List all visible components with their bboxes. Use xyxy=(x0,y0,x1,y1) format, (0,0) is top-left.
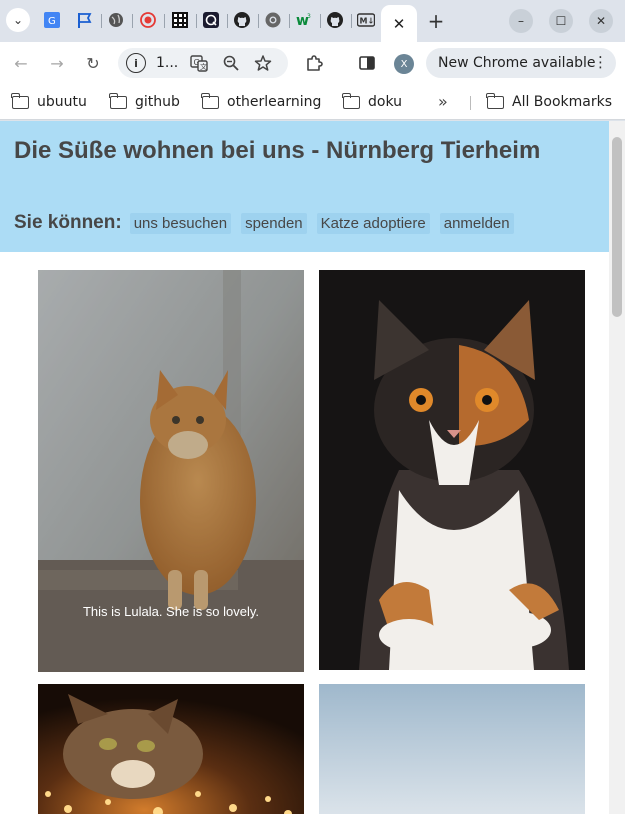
scrollbar-thumb[interactable] xyxy=(612,137,622,317)
back-button[interactable]: ← xyxy=(9,51,33,75)
maximize-icon: ☐ xyxy=(555,14,567,28)
page-title: Die Süße wohnen bei uns - Nürnberg Tierh… xyxy=(14,137,541,164)
close-icon: ✕ xyxy=(595,14,607,28)
tab-divider xyxy=(196,14,197,28)
site-info-icon[interactable]: i xyxy=(126,53,146,73)
cat-photo-3[interactable] xyxy=(38,684,304,814)
svg-text:3: 3 xyxy=(307,13,311,20)
profile-avatar[interactable]: X xyxy=(394,54,414,74)
tab-divider xyxy=(289,14,290,28)
reload-icon: ↻ xyxy=(86,53,100,73)
nav-label: Sie können: xyxy=(14,212,122,233)
tab-divider xyxy=(351,14,352,28)
tab-divider xyxy=(101,14,102,28)
active-tab[interactable]: ✕ xyxy=(381,5,417,42)
side-panel-button[interactable] xyxy=(355,51,379,75)
svg-text:G: G xyxy=(48,16,56,27)
sky-photo-image xyxy=(319,684,585,814)
cat-photo-2[interactable] xyxy=(319,270,585,670)
cat-photo-4[interactable] xyxy=(319,684,585,814)
flag-icon[interactable] xyxy=(76,11,94,29)
tab-search-button[interactable]: ⌄ xyxy=(6,8,30,32)
tab-divider xyxy=(320,14,321,28)
folder-icon xyxy=(201,92,219,109)
bookmark-label: ubuutu xyxy=(37,94,87,110)
address-bar[interactable]: i 1... G文 xyxy=(118,48,288,78)
tab-divider xyxy=(258,14,259,28)
w-icon[interactable]: w3 xyxy=(295,11,313,29)
page-scrollbar[interactable] xyxy=(609,121,625,814)
bookmark-folder-github[interactable]: github xyxy=(109,92,180,112)
forward-button[interactable]: → xyxy=(45,51,69,75)
globe-icon[interactable] xyxy=(107,11,125,29)
new-tab-button[interactable]: + xyxy=(425,9,447,33)
nav-link-visit[interactable]: uns besuchen xyxy=(129,212,232,234)
more-vertical-icon[interactable]: ⋮ xyxy=(593,53,608,71)
tab-strip: ⌄ G w3 M↓ ✕ + – ☐ ✕ xyxy=(0,0,625,42)
arrow-right-icon: → xyxy=(50,53,64,73)
github-icon[interactable] xyxy=(233,11,251,29)
folder-icon xyxy=(342,92,360,109)
close-window-button[interactable]: ✕ xyxy=(589,9,613,33)
folder-icon xyxy=(109,92,127,109)
translate-icon[interactable]: G文 xyxy=(190,54,208,72)
bookmark-folder-ubuutu[interactable]: ubuutu xyxy=(11,92,87,112)
all-bookmarks-label: All Bookmarks xyxy=(512,94,613,110)
grid-icon[interactable] xyxy=(171,11,189,29)
bookmark-label: otherlearning xyxy=(227,94,322,110)
svg-text:文: 文 xyxy=(200,62,207,71)
puzzle-icon xyxy=(307,55,323,71)
chrome-icon[interactable] xyxy=(264,11,282,29)
bookmarks-divider xyxy=(470,96,471,110)
folder-icon xyxy=(486,92,504,109)
app-icon[interactable] xyxy=(202,11,220,29)
page-viewport: Die Süße wohnen bei uns - Nürnberg Tierh… xyxy=(0,121,625,814)
markdown-icon[interactable]: M↓ xyxy=(357,11,375,29)
all-bookmarks-button[interactable]: All Bookmarks xyxy=(486,92,613,112)
site-header: Die Süße wohnen bei uns - Nürnberg Tierh… xyxy=(0,121,609,252)
svg-text:M↓: M↓ xyxy=(360,17,375,26)
tab-divider xyxy=(164,14,165,28)
bookmark-star-icon[interactable] xyxy=(254,54,272,72)
tab-divider xyxy=(132,14,133,28)
close-tab-icon[interactable]: ✕ xyxy=(393,15,406,33)
site-nav: Sie können: uns besuchen spenden Katze a… xyxy=(14,212,524,234)
plus-icon: + xyxy=(427,9,445,33)
folder-icon xyxy=(11,92,29,109)
maximize-button[interactable]: ☐ xyxy=(549,9,573,33)
address-text[interactable]: 1... xyxy=(156,55,178,71)
bookmark-folder-doku[interactable]: doku xyxy=(342,92,403,112)
browser-toolbar: ← → ↻ i 1... G文 X New Chrome available ⋮ xyxy=(0,42,625,84)
extensions-button[interactable] xyxy=(302,51,326,75)
calico-cat-image xyxy=(319,270,585,670)
bookmarks-bar: ubuutu github otherlearning doku » All B… xyxy=(0,84,625,120)
bookmarks-overflow-icon[interactable]: » xyxy=(438,92,448,111)
bookmark-label: github xyxy=(135,94,180,110)
chevron-down-icon: ⌄ xyxy=(12,13,24,27)
side-panel-icon xyxy=(359,56,375,70)
nav-link-register[interactable]: anmelden xyxy=(439,212,514,234)
chrome-update-label: New Chrome available xyxy=(438,55,596,71)
chrome-update-button[interactable]: New Chrome available ⋮ xyxy=(426,48,616,78)
minimize-icon: – xyxy=(518,14,524,28)
record-icon[interactable] xyxy=(139,11,157,29)
arrow-left-icon: ← xyxy=(14,53,28,73)
cat-photo-1[interactable]: This is Lulala. She is so lovely. xyxy=(38,270,304,672)
bookmark-folder-otherlearning[interactable]: otherlearning xyxy=(201,92,322,112)
photo-caption: This is Lulala. She is so lovely. xyxy=(82,604,260,619)
minimize-button[interactable]: – xyxy=(509,9,533,33)
zoom-icon[interactable] xyxy=(222,54,240,72)
bookmark-label: doku xyxy=(368,94,403,110)
google-translate-icon[interactable]: G xyxy=(43,11,61,29)
browser-window: ⌄ G w3 M↓ ✕ + – ☐ ✕ ← → ↻ i 1... G 文 X N… xyxy=(0,0,625,814)
tab-divider xyxy=(227,14,228,28)
tabby-cat-lights-image xyxy=(38,684,304,814)
reload-button[interactable]: ↻ xyxy=(81,51,105,75)
nav-link-adopt[interactable]: Katze adoptiere xyxy=(316,212,430,234)
nav-link-donate[interactable]: spenden xyxy=(241,212,307,234)
github-icon[interactable] xyxy=(326,11,344,29)
